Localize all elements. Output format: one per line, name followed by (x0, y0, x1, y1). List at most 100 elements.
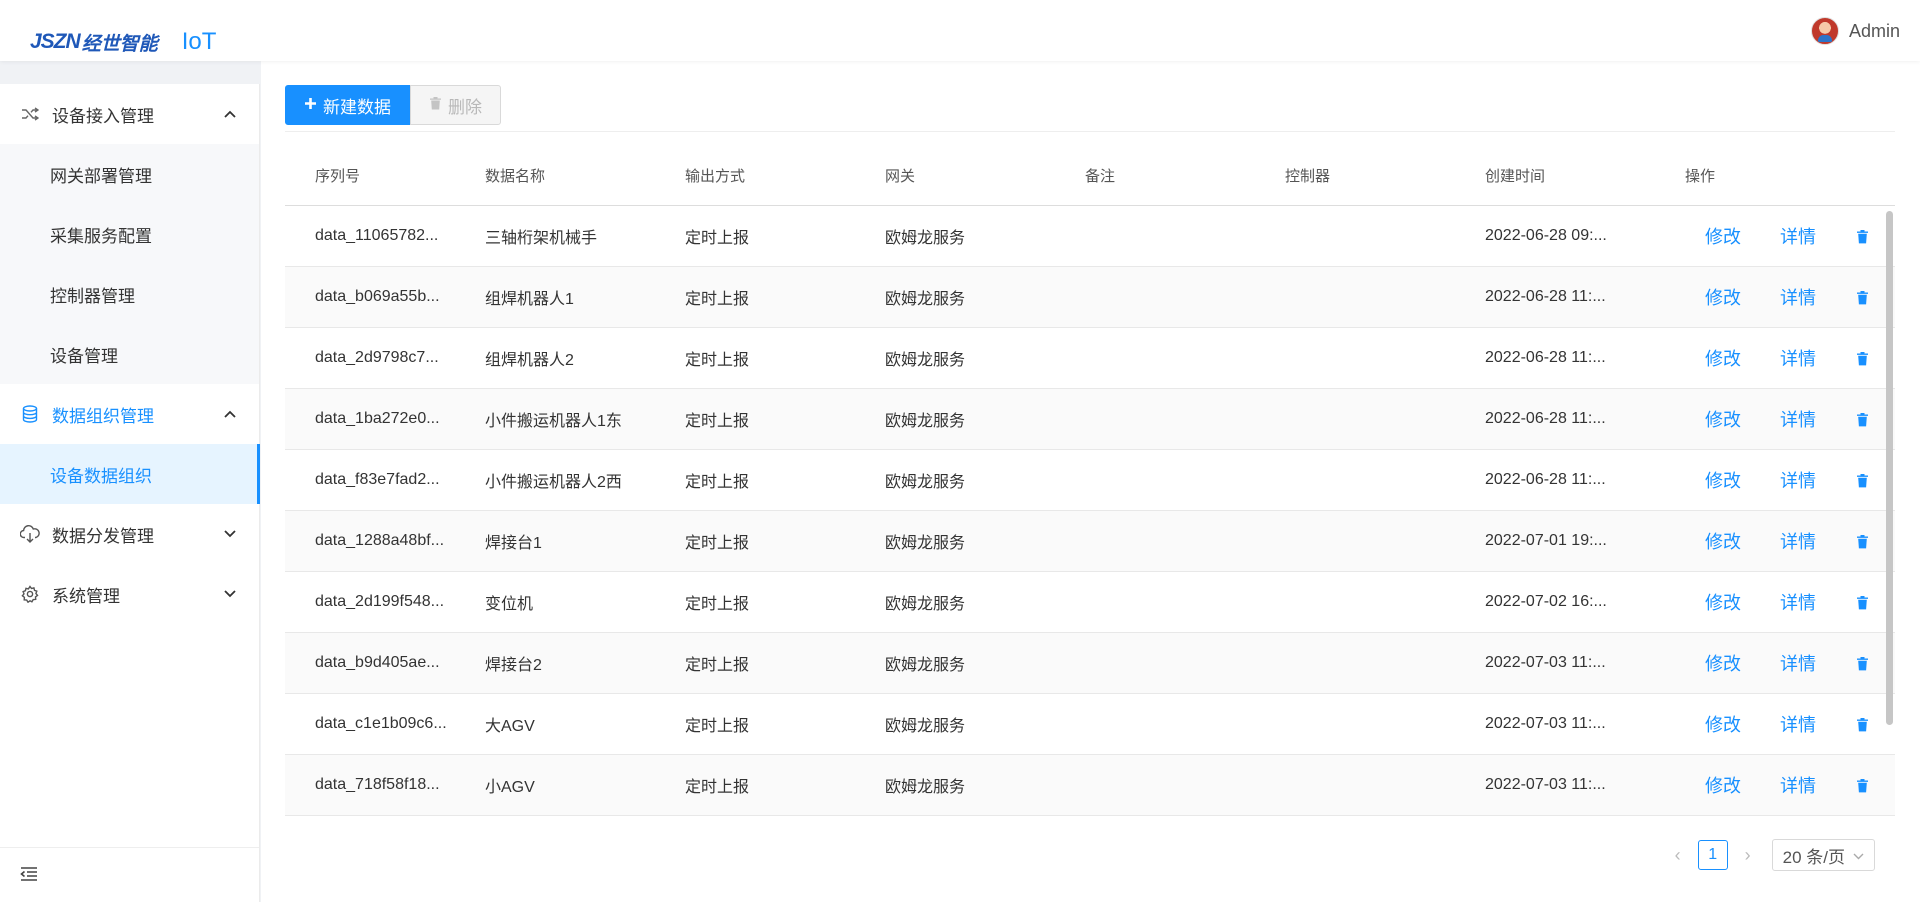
serial-cell: data_2d199f548... (315, 593, 445, 610)
edit-link[interactable]: 修改 (1705, 772, 1741, 798)
new-data-button[interactable]: 新建数据 (285, 85, 410, 125)
sidebar-item-device-data-org[interactable]: 设备数据组织 (0, 444, 260, 504)
user-name[interactable]: Admin (1849, 21, 1900, 42)
data-table: 序列号 数据名称 输出方式 网关 备注 控制器 创建时间 操作 data_110… (285, 145, 1895, 816)
sidebar-collapse-bar[interactable] (0, 847, 259, 902)
data-name-cell: 三轴桁架机械手 (485, 230, 598, 247)
edit-link[interactable]: 修改 (1705, 284, 1741, 310)
page-number-current[interactable]: 1 (1697, 840, 1728, 870)
sidebar-item-device[interactable]: 设备管理 (0, 324, 259, 384)
delete-label: 删除 (448, 97, 482, 117)
table-row: data_11065782... 三轴桁架机械手 定时上报 欧姆龙服务 2022-06-… (285, 206, 1895, 267)
gateway-cell: 欧姆龙服务 (885, 596, 966, 613)
plus-icon (304, 95, 317, 115)
data-name-cell: 变位机 (485, 596, 534, 613)
new-data-label: 新建数据 (323, 97, 391, 117)
column-header[interactable]: 创建时间 (1485, 165, 1685, 186)
delete-row-icon[interactable] (1856, 473, 1869, 488)
edit-link[interactable]: 修改 (1705, 223, 1741, 249)
gateway-cell: 欧姆龙服务 (885, 413, 966, 430)
edit-link[interactable]: 修改 (1705, 345, 1741, 371)
edit-link[interactable]: 修改 (1705, 711, 1741, 737)
column-header[interactable]: 数据名称 (485, 165, 685, 186)
detail-link[interactable]: 详情 (1780, 345, 1816, 371)
sidebar-group-label: 系统管理 (52, 586, 120, 606)
sidebar-group-device-access[interactable]: 设备接入管理 (0, 84, 259, 144)
delete-row-icon[interactable] (1856, 717, 1869, 732)
detail-link[interactable]: 详情 (1780, 223, 1816, 249)
edit-link[interactable]: 修改 (1705, 528, 1741, 554)
edit-link[interactable]: 修改 (1705, 650, 1741, 676)
output-cell: 定时上报 (685, 596, 750, 613)
menu-fold-icon[interactable] (20, 866, 38, 887)
output-cell: 定时上报 (685, 413, 750, 430)
table-row: data_2d9798c7... 组焊机器人2 定时上报 欧姆龙服务 2022-06-2… (285, 328, 1895, 389)
prev-page-button[interactable]: ‹ (1670, 845, 1686, 866)
sidebar-item-collect-service[interactable]: 采集服务配置 (0, 204, 259, 264)
detail-link[interactable]: 详情 (1780, 589, 1816, 615)
column-header[interactable]: 序列号 (285, 165, 485, 186)
chevron-down-icon (222, 586, 238, 602)
column-header[interactable]: 网关 (885, 165, 1085, 186)
gateway-cell: 欧姆龙服务 (885, 779, 966, 796)
delete-row-icon[interactable] (1856, 229, 1869, 244)
detail-link[interactable]: 详情 (1780, 711, 1816, 737)
avatar[interactable] (1810, 17, 1839, 45)
delete-row-icon[interactable] (1856, 595, 1869, 610)
toolbar-divider (285, 131, 1895, 132)
serial-cell: data_b9d405ae... (315, 654, 440, 671)
actions-cell: 修改 详情 (1685, 467, 1895, 493)
delete-row-icon[interactable] (1856, 290, 1869, 305)
user-menu[interactable]: Admin (1810, 17, 1900, 45)
sidebar: 设备接入管理 网关部署管理 采集服务配置 控制器管理 设备管理 数据组织管理 设… (0, 84, 260, 902)
sidebar-group-system[interactable]: 系统管理 (0, 564, 259, 624)
gateway-cell: 欧姆龙服务 (885, 657, 966, 674)
table-row: data_2d199f548... 变位机 定时上报 欧姆龙服务 2022-07-02 … (285, 572, 1895, 633)
column-header[interactable]: 控制器 (1285, 165, 1485, 186)
detail-link[interactable]: 详情 (1780, 772, 1816, 798)
output-cell: 定时上报 (685, 474, 750, 491)
next-page-button[interactable]: › (1740, 845, 1756, 866)
table-row: data_1ba272e0... 小件搬运机器人1东 定时上报 欧姆龙服务 2022-0… (285, 389, 1895, 450)
detail-link[interactable]: 详情 (1780, 650, 1816, 676)
detail-link[interactable]: 详情 (1780, 467, 1816, 493)
table-header: 序列号 数据名称 输出方式 网关 备注 控制器 创建时间 操作 (285, 145, 1895, 206)
brand: JSZN 经世智能 IoT (0, 0, 260, 84)
table-scrollbar[interactable] (1886, 211, 1893, 725)
delete-button[interactable]: 删除 (410, 85, 501, 125)
gateway-cell: 欧姆龙服务 (885, 291, 966, 308)
delete-row-icon[interactable] (1856, 412, 1869, 427)
output-cell: 定时上报 (685, 230, 750, 247)
created-cell: 2022-07-03 11:... (1485, 715, 1606, 732)
main-content: 新建数据 删除 序列号 数据名称 输出方式 网关 备注 控制器 创建时间 操作 … (261, 61, 1920, 902)
serial-cell: data_b069a55b... (315, 288, 440, 305)
output-cell: 定时上报 (685, 291, 750, 308)
chevron-down-icon (222, 526, 238, 542)
delete-row-icon[interactable] (1856, 351, 1869, 366)
actions-cell: 修改 详情 (1685, 345, 1895, 371)
detail-link[interactable]: 详情 (1780, 284, 1816, 310)
edit-link[interactable]: 修改 (1705, 467, 1741, 493)
database-icon (20, 404, 40, 424)
edit-link[interactable]: 修改 (1705, 406, 1741, 432)
detail-link[interactable]: 详情 (1780, 528, 1816, 554)
delete-row-icon[interactable] (1856, 656, 1869, 671)
page-size-select[interactable]: 20 条/页 (1771, 839, 1875, 871)
sidebar-group-label: 数据组织管理 (52, 406, 154, 426)
logo-text: JSZN (30, 30, 81, 53)
sidebar-item-gateway-deploy[interactable]: 网关部署管理 (0, 144, 259, 204)
sidebar-group-label: 设备接入管理 (52, 106, 154, 126)
sidebar-group-data-org[interactable]: 数据组织管理 (0, 384, 259, 444)
sidebar-group-data-dist[interactable]: 数据分发管理 (0, 504, 259, 564)
edit-link[interactable]: 修改 (1705, 589, 1741, 615)
column-header[interactable]: 输出方式 (685, 165, 885, 186)
delete-row-icon[interactable] (1856, 778, 1869, 793)
serial-cell: data_1ba272e0... (315, 410, 440, 427)
sidebar-item-controller[interactable]: 控制器管理 (0, 264, 259, 324)
serial-cell: data_11065782... (315, 227, 439, 244)
cloud-download-icon (20, 524, 40, 544)
column-header[interactable]: 备注 (1085, 165, 1285, 186)
detail-link[interactable]: 详情 (1780, 406, 1816, 432)
table-body: data_11065782... 三轴桁架机械手 定时上报 欧姆龙服务 2022-06-… (285, 206, 1895, 816)
delete-row-icon[interactable] (1856, 534, 1869, 549)
